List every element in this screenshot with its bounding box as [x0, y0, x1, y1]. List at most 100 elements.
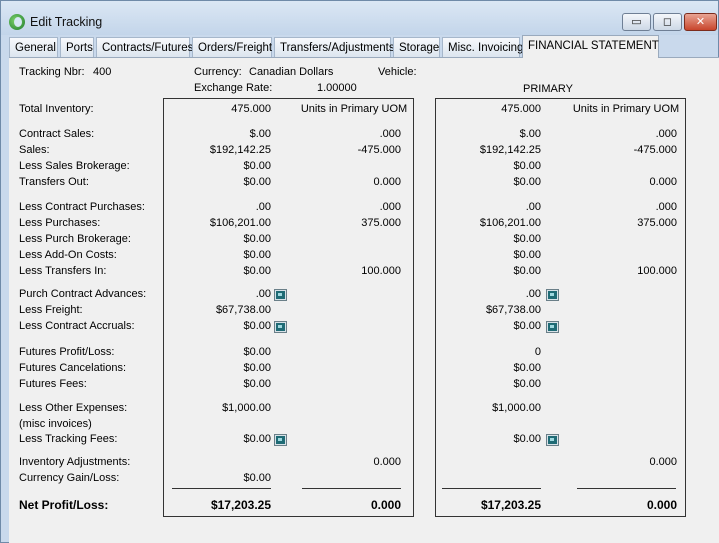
tab-contracts-futures[interactable]: Contracts/Futures: [96, 37, 193, 58]
window-title: Edit Tracking: [30, 15, 103, 29]
primary-amount-value: $0.00: [513, 233, 541, 245]
primary-amount-value: .00: [525, 201, 541, 213]
tab-general[interactable]: General: [9, 37, 58, 58]
primary-qty-value: -475.000: [633, 144, 677, 156]
local-net-qty: 0.000: [370, 498, 401, 512]
local-qty-value: 375.000: [361, 217, 401, 229]
row-label: Less Add-On Costs:: [19, 249, 117, 261]
primary-net-amount: $17,203.25: [480, 498, 541, 512]
primary-accruals-detail-icon[interactable]: [546, 321, 559, 333]
row-label: Purch Contract Advances:: [19, 288, 147, 300]
financial-statement-panel: Tracking Nbr: 400 Currency: Canadian Dol…: [9, 57, 719, 543]
row-label: Less Other Expenses:: [19, 402, 128, 414]
tab-financial-statement[interactable]: FINANCIAL STATEMENT: [522, 35, 659, 58]
local-amount-value: $106,201.00: [209, 217, 271, 229]
primary-amount-value: 475.000: [501, 103, 541, 115]
primary-amount-value: $1,000.00: [492, 402, 541, 414]
tab-ports[interactable]: Ports: [60, 37, 94, 58]
local-amount-value: $0.00: [243, 160, 271, 172]
row-label: Less Tracking Fees:: [19, 433, 118, 445]
local-amount-value: $0.00: [243, 472, 271, 484]
local-qty-value: .000: [379, 128, 401, 140]
local-amount-value: 475.000: [231, 103, 271, 115]
primary-amount-value: $0.00: [513, 249, 541, 261]
row-label: Currency Gain/Loss:: [19, 472, 120, 484]
maximize-button[interactable]: ◻: [653, 13, 682, 31]
local-amount-value: $0.00: [243, 249, 271, 261]
primary-amount-value: $106,201.00: [479, 217, 541, 229]
local-amount-value: $.00: [249, 128, 271, 140]
local-amount-value: $1,000.00: [222, 402, 271, 414]
tab-transfers-adjustments[interactable]: Transfers/Adjustments: [274, 37, 395, 58]
local-qty-value: -475.000: [357, 144, 401, 156]
tracking-nbr-value: 400: [93, 66, 112, 78]
tracking-nbr-label: Tracking Nbr:: [19, 66, 85, 78]
row-label: Futures Fees:: [19, 378, 87, 390]
row-label: Contract Sales:: [19, 128, 95, 140]
row-label: Less Transfers In:: [19, 265, 107, 277]
primary-net-qty: 0.000: [646, 498, 677, 512]
local-qty-value: 100.000: [361, 265, 401, 277]
local-qty-total-rule: [302, 488, 401, 489]
local-amount-value: $0.00: [243, 265, 271, 277]
primary-amount-total-rule: [442, 488, 541, 489]
primary-qty-value: 100.000: [637, 265, 677, 277]
title-bar[interactable]: Edit Tracking ▭ ◻ ✕: [1, 1, 718, 35]
row-label: (misc invoices): [19, 418, 92, 430]
local-amount-value: $0.00: [243, 362, 271, 374]
primary-qty-value: .000: [655, 128, 677, 140]
tab-storage[interactable]: Storage: [393, 37, 440, 58]
local-net-amount: $17,203.25: [210, 498, 271, 512]
net-profit-label: Net Profit/Loss:: [19, 498, 109, 512]
local-amount-value: $0.00: [243, 433, 271, 445]
local-amount-value: $192,142.25: [209, 144, 271, 156]
tab-orders-freight[interactable]: Orders/Freight: [192, 37, 272, 58]
row-label: Inventory Adjustments:: [19, 456, 131, 468]
primary-tracking-fees-detail-icon[interactable]: [546, 434, 559, 446]
local-amount-value: $0.00: [243, 176, 271, 188]
row-label: Futures Profit/Loss:: [19, 346, 115, 358]
local-advances-detail-icon[interactable]: [274, 289, 287, 301]
row-label: Less Contract Purchases:: [19, 201, 145, 213]
primary-amount-value: $0.00: [513, 433, 541, 445]
currency-label: Currency:: [194, 66, 242, 78]
primary-amount-value: $0.00: [513, 320, 541, 332]
row-label: Sales:: [19, 144, 50, 156]
primary-amount-value: $0.00: [513, 265, 541, 277]
exchange-rate-label: Exchange Rate:: [194, 82, 273, 94]
local-accruals-detail-icon[interactable]: [274, 321, 287, 333]
primary-advances-detail-icon[interactable]: [546, 289, 559, 301]
row-label: Less Purch Brokerage:: [19, 233, 131, 245]
primary-amount-value: $67,738.00: [485, 304, 541, 316]
local-amount-value: $0.00: [243, 346, 271, 358]
tab-misc-invoicing[interactable]: Misc. Invoicing: [442, 37, 523, 58]
row-label: Transfers Out:: [19, 176, 89, 188]
primary-qty-value: 0.000: [649, 176, 677, 188]
local-qty-value: .000: [379, 201, 401, 213]
primary-heading: PRIMARY: [523, 83, 573, 95]
primary-amount-value: $.00: [519, 128, 541, 140]
close-button[interactable]: ✕: [684, 13, 717, 31]
row-label: Less Freight:: [19, 304, 83, 316]
primary-qty-value: 375.000: [637, 217, 677, 229]
local-amount-value: $67,738.00: [215, 304, 271, 316]
primary-amount-value: $0.00: [513, 176, 541, 188]
app-logo-icon: [9, 14, 25, 30]
primary-amount-value: $0.00: [513, 362, 541, 374]
primary-amount-value: $0.00: [513, 160, 541, 172]
minimize-button[interactable]: ▭: [622, 13, 651, 31]
row-label: Futures Cancelations:: [19, 362, 126, 374]
local-amount-total-rule: [172, 488, 271, 489]
local-tracking-fees-detail-icon[interactable]: [274, 434, 287, 446]
primary-amount-value: 0: [534, 346, 541, 358]
currency-value: Canadian Dollars: [249, 66, 334, 78]
exchange-rate-value: 1.00000: [317, 82, 357, 94]
primary-amount-value: .00: [525, 288, 541, 300]
local-amount-value: .00: [255, 201, 271, 213]
primary-uom-label: Units in Primary UOM: [572, 103, 680, 115]
row-label: Less Purchases:: [19, 217, 101, 229]
local-amount-value: $0.00: [243, 320, 271, 332]
primary-qty-value: 0.000: [649, 456, 677, 468]
local-uom-label: Units in Primary UOM: [300, 103, 408, 115]
local-qty-value: 0.000: [373, 456, 401, 468]
